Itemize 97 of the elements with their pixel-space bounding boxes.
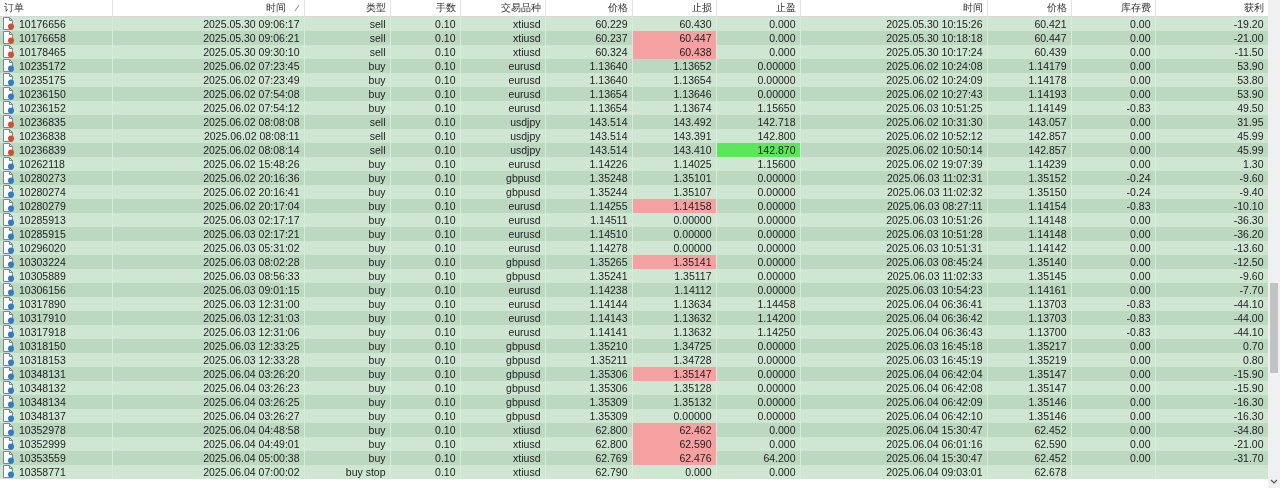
table-cell: 62.590 [632, 437, 716, 451]
table-cell: 0.000 [716, 465, 800, 479]
order-number: 10306156 [19, 284, 66, 296]
table-row[interactable]: 10318150 2025.06.03 12:33:25 buy 0.10 gbpusd 1.35210 1.34725 0.00000 2025.06.03 16:45:18 1.35217 0.00 0.70 [0, 339, 1268, 353]
order-number: 10296020 [19, 242, 66, 254]
table-cell: 1.35147 [632, 367, 716, 381]
table-cell: 2025.06.04 07:00:02 [112, 465, 304, 479]
column-header[interactable]: 价格 [545, 0, 632, 17]
table-row[interactable]: 10348131 2025.06.04 03:26:20 buy 0.10 gbpusd 1.35306 1.35147 0.00000 2025.06.04 06:42:04 1.35147 0.00 -15.90 [0, 367, 1268, 381]
table-cell: 60.447 [632, 31, 716, 45]
table-row[interactable]: 10352999 2025.06.04 04:49:01 buy 0.10 xtiusd 62.800 62.590 0.000 2025.06.04 06:01:16 62.590 0.00 -21.00 [0, 437, 1268, 451]
table-row[interactable]: 10236835 2025.06.02 08:08:08 sell 0.10 usdjpy 143.514 143.492 142.718 2025.06.02 10:31:30 143.057 0.00 31.95 [0, 115, 1268, 129]
table-cell: buy stop [304, 465, 390, 479]
table-row[interactable]: 10348132 2025.06.04 03:26:23 buy 0.10 gbpusd 1.35306 1.35128 0.00000 2025.06.04 06:42:08 1.35147 0.00 -15.90 [0, 381, 1268, 395]
table-row[interactable]: 10178465 2025.05.30 09:30:10 sell 0.10 xtiusd 60.324 60.438 0.000 2025.05.30 10:17:24 60.439 0.00 -11.50 [0, 45, 1268, 59]
column-header[interactable]: 时间 [112, 0, 304, 17]
order-number: 10317890 [19, 298, 66, 310]
column-header[interactable]: 止盈 [716, 0, 800, 17]
order-number: 10280274 [19, 186, 66, 198]
table-cell: 0.10 [390, 465, 460, 479]
order-number: 10318150 [19, 340, 66, 352]
table-row[interactable]: 10176658 2025.05.30 09:06:21 sell 0.10 xtiusd 60.237 60.447 0.000 2025.05.30 10:18:18 60.447 0.00 -21.00 [0, 31, 1268, 45]
order-number: 10348131 [19, 368, 66, 380]
table-cell: 62.790 [545, 465, 632, 479]
order-number: 10348132 [19, 382, 66, 394]
table-row[interactable]: 10235175 2025.06.02 07:23:49 buy 0.10 eurusd 1.13640 1.13654 0.00000 2025.06.02 10:24:09 1.14178 0.00 53.80 [0, 73, 1268, 87]
order-number: 10352978 [19, 424, 66, 436]
table-row[interactable]: 10358771 2025.06.04 07:00:02 buy stop 0.10 xtiusd 62.790 0.000 0.000 2025.06.04 09:03:01 62.678 [0, 465, 1268, 479]
table-row[interactable]: 10305889 2025.06.03 08:56:33 buy 0.10 gbpusd 1.35241 1.35117 0.00000 2025.06.03 11:02:33 1.35145 0.00 -9.60 [0, 269, 1268, 283]
order-number: 10285915 [19, 228, 66, 240]
order-number: 10235172 [19, 60, 66, 72]
table-cell: 62.462 [632, 423, 716, 437]
table-row[interactable]: 10348137 2025.06.04 03:26:27 buy 0.10 gbpusd 1.35309 0.00000 0.00000 2025.06.04 06:42:10 1.35146 0.00 -16.30 [0, 409, 1268, 423]
scroll-down-icon[interactable] [1270, 479, 1278, 485]
table-cell: xtiusd [460, 465, 545, 479]
order-number: 10236150 [19, 88, 66, 100]
column-header[interactable]: 交易品种 [460, 0, 545, 17]
order-number: 10236838 [19, 130, 66, 142]
order-number: 10176656 [19, 18, 66, 30]
order-number: 10317918 [19, 326, 66, 338]
table-cell: 62.678 [987, 465, 1071, 479]
order-number: 10262118 [19, 158, 65, 170]
table-row[interactable]: 10236839 2025.06.02 08:08:14 sell 0.10 usdjpy 143.514 143.410 142.870 2025.06.02 10:50:14 142.857 0.00 45.99 [0, 143, 1268, 157]
column-header[interactable]: 止损 [632, 0, 716, 17]
order-number: 10303224 [19, 256, 66, 268]
table-row[interactable]: 10236838 2025.06.02 08:08:11 sell 0.10 usdjpy 143.514 143.391 142.800 2025.06.02 10:52:12 142.857 0.00 45.99 [0, 129, 1268, 143]
order-number: 10353559 [19, 452, 66, 464]
order-number: 10236835 [19, 116, 66, 128]
table-row[interactable]: 10236150 2025.06.02 07:54:08 buy 0.10 eurusd 1.13654 1.13646 0.00000 2025.06.02 10:27:43 1.14193 0.00 53.90 [0, 87, 1268, 101]
order-number: 10236839 [19, 144, 66, 156]
column-header[interactable]: 手数 [390, 0, 460, 17]
order-number: 10176658 [19, 32, 66, 44]
order-number: 10348137 [19, 410, 66, 422]
table-row[interactable]: 10317918 2025.06.03 12:31:06 buy 0.10 eurusd 1.14141 1.13632 1.14250 2025.06.04 06:36:43 1.13700 -0.83 -44.10 [0, 325, 1268, 339]
table-row[interactable]: 10296020 2025.06.03 05:31:02 buy 0.10 eurusd 1.14278 0.00000 0.00000 2025.06.03 10:51:31 1.14142 0.00 -13.60 [0, 241, 1268, 255]
order-number: 10285913 [19, 214, 66, 226]
column-header[interactable]: 库存费 [1071, 0, 1155, 17]
table-row[interactable]: 10280279 2025.06.02 20:17:04 buy 0.10 eurusd 1.14255 1.14158 0.00000 2025.06.03 08:27:11 1.14154 -0.83 -10.10 [0, 199, 1268, 213]
order-number: 10236152 [19, 102, 66, 114]
order-number: 10318153 [19, 354, 66, 366]
table-row[interactable]: 10262118 2025.06.02 15:48:26 buy 0.10 eurusd 1.14226 1.14025 1.15600 2025.06.02 19:07:39 1.14239 0.00 1.30 [0, 157, 1268, 171]
table-row[interactable]: 10280273 2025.06.02 20:16:36 buy 0.10 gbpusd 1.35248 1.35101 0.00000 2025.06.03 11:02:31 1.35152 -0.24 -9.60 [0, 171, 1268, 185]
scrollbar[interactable] [1268, 0, 1280, 488]
order-number: 10348134 [19, 396, 66, 408]
table-row[interactable]: 10352978 2025.06.04 04:48:58 buy 0.10 xtiusd 62.800 62.462 0.000 2025.06.04 15:30:47 62.452 0.00 -34.80 [0, 423, 1268, 437]
table-row[interactable]: 10348134 2025.06.04 03:26:25 buy 0.10 gbpusd 1.35309 1.35132 0.00000 2025.06.04 06:42:09 1.35146 0.00 -16.30 [0, 395, 1268, 409]
table-cell: 62.476 [632, 451, 716, 465]
table-cell: 142.870 [716, 143, 800, 157]
order-number: 10358771 [19, 466, 66, 478]
table-row[interactable]: 10236152 2025.06.02 07:54:12 buy 0.10 eurusd 1.13654 1.13674 1.15650 2025.06.03 10:51:25 1.14149 -0.83 49.50 [0, 101, 1268, 115]
order-number: 10280273 [19, 172, 66, 184]
table-cell: 1.35141 [632, 255, 716, 269]
order-number: 10305889 [19, 270, 66, 282]
table-cell: 0.000 [632, 465, 716, 479]
table-row[interactable]: 10285915 2025.06.03 02:17:21 buy 0.10 eurusd 1.14510 0.00000 0.00000 2025.06.03 10:51:28 1.14148 0.00 -36.20 [0, 227, 1268, 241]
table-row[interactable]: 10235172 2025.06.02 07:23:45 buy 0.10 eurusd 1.13640 1.13652 0.00000 2025.06.02 10:24:08 1.14179 0.00 53.90 [0, 59, 1268, 73]
order-number: 10317910 [19, 312, 66, 324]
table-cell: 1.14158 [632, 199, 716, 213]
table-row[interactable]: 10280274 2025.06.02 20:16:41 buy 0.10 gbpusd 1.35244 1.35107 0.00000 2025.06.03 11:02:32 1.35150 -0.24 -9.40 [0, 185, 1268, 199]
table-row[interactable]: 10317890 2025.06.03 12:31:00 buy 0.10 eurusd 1.14144 1.13634 1.14458 2025.06.04 06:36:41 1.13703 -0.83 -44.10 [0, 297, 1268, 311]
table-row[interactable]: 10285913 2025.06.03 02:17:17 buy 0.10 eurusd 1.14511 0.00000 0.00000 2025.06.03 10:51:26 1.14148 0.00 -36.30 [0, 213, 1268, 227]
column-header[interactable]: 时间 [800, 0, 987, 17]
column-header[interactable]: 类型 [304, 0, 390, 17]
table-row[interactable]: 10303224 2025.06.03 08:02:28 buy 0.10 gbpusd 1.35265 1.35141 0.00000 2025.06.03 08:45:24 1.35140 0.00 -12.50 [0, 255, 1268, 269]
column-header[interactable]: 获利 [1155, 0, 1268, 17]
scrollbar-thumb[interactable] [1270, 283, 1278, 373]
column-header[interactable]: 价格 [987, 0, 1071, 17]
table-row[interactable]: 10306156 2025.06.03 09:01:15 buy 0.10 eurusd 1.14238 1.14112 0.00000 2025.06.03 10:54:23 1.14161 0.00 -7.70 [0, 283, 1268, 297]
order-number: 10280279 [19, 200, 66, 212]
table-row[interactable]: 10353559 2025.06.04 05:00:38 buy 0.10 xtiusd 62.769 62.476 64.200 2025.06.04 15:30:47 62.452 0.00 -31.70 [0, 451, 1268, 465]
table-cell: 60.438 [632, 45, 716, 59]
table-row[interactable]: 10318153 2025.06.03 12:33:28 buy 0.10 gbpusd 1.35211 1.34728 0.00000 2025.06.03 16:45:19 1.35219 0.00 0.80 [0, 353, 1268, 367]
table-row[interactable]: 10317910 2025.06.03 12:31:03 buy 0.10 eurusd 1.14143 1.13632 1.14200 2025.06.04 06:36:42 1.13703 -0.83 -44.00 [0, 311, 1268, 325]
order-number: 10178465 [19, 46, 66, 58]
order-number: 10235175 [19, 74, 66, 86]
order-number: 10352999 [19, 438, 66, 450]
table-cell: 2025.06.04 09:03:01 [800, 465, 987, 479]
